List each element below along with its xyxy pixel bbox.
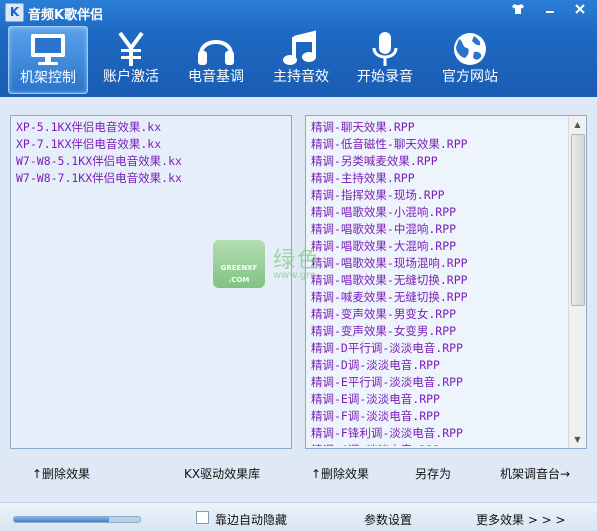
top-bar: K 音频K歌伴侣 机架控制 账户激活 电音基调 主持音效 开始录音 官方网站 — [0, 0, 597, 97]
skin-icon[interactable] — [509, 3, 527, 19]
scroll-up-icon[interactable]: ▲ — [569, 116, 586, 133]
yen-icon — [118, 31, 144, 66]
tab-start-recording[interactable]: 开始录音 — [346, 26, 424, 92]
settings-button[interactable]: 参数设置 — [364, 511, 412, 528]
rack-console-button[interactable]: 机架调音台→ — [500, 465, 570, 482]
globe-icon — [454, 33, 486, 65]
minimize-icon[interactable] — [541, 3, 559, 19]
tab-label: 机架控制 — [20, 70, 76, 86]
list-item[interactable]: 精调-主持效果.RPP — [311, 170, 559, 187]
watermark: GREENXF .COM 绿色 www.gre — [213, 240, 383, 290]
main-toolbar: 机架控制 账户激活 电音基调 主持音效 开始录音 官方网站 — [0, 24, 597, 97]
delete-rpp-effect-button[interactable]: ↑删除效果 — [311, 465, 369, 482]
title-bar: K 音频K歌伴侣 — [0, 0, 597, 24]
auto-hide-checkbox[interactable] — [196, 511, 209, 524]
music-note-icon — [283, 30, 316, 65]
monitor-icon — [31, 34, 65, 65]
app-title: 音频K歌伴侣 — [28, 8, 104, 23]
list-item[interactable]: 精调-F调-淡淡电音.RPP — [311, 408, 559, 425]
list-item[interactable]: 精调-另类喊麦效果.RPP — [311, 153, 559, 170]
tab-account-activation[interactable]: 账户激活 — [92, 26, 170, 92]
list-item[interactable]: W7-W8-5.1KX伴侣电音效果.kx — [16, 153, 286, 170]
volume-fill — [14, 517, 109, 522]
tab-host-effects[interactable]: 主持音效 — [262, 26, 340, 92]
list-item[interactable]: 精调-唱歌效果-小混响.RPP — [311, 204, 559, 221]
close-icon[interactable] — [571, 3, 589, 19]
list-item[interactable]: XP-7.1KX伴侣电音效果.kx — [16, 136, 286, 153]
list-item[interactable]: 精调-低音磁性-聊天效果.RPP — [311, 136, 559, 153]
tab-label: 主持音效 — [273, 69, 329, 85]
watermark-logo: GREENXF .COM — [213, 240, 265, 288]
app-icon: K — [5, 3, 24, 22]
list-item[interactable]: 精调-D调-淡淡电音.RPP — [311, 357, 559, 374]
headphones-icon — [198, 40, 234, 65]
kx-driver-library-button[interactable]: KX驱动效果库 — [184, 465, 260, 482]
list-item[interactable]: XP-5.1KX伴侣电音效果.kx — [16, 119, 286, 136]
microphone-icon — [372, 32, 398, 66]
scrollbar-thumb[interactable] — [571, 134, 585, 306]
more-effects-button[interactable]: 更多效果 > > > — [476, 511, 566, 528]
volume-slider[interactable] — [13, 516, 141, 523]
watermark-url: www.gre — [273, 270, 317, 281]
scroll-down-icon[interactable]: ▼ — [569, 431, 586, 448]
vertical-scrollbar[interactable]: ▲ ▼ — [568, 116, 586, 448]
tab-electronic-tone[interactable]: 电音基调 — [177, 26, 255, 92]
kx-effect-items: XP-5.1KX伴侣电音效果.kx XP-7.1KX伴侣电音效果.kx W7-W8-… — [11, 116, 291, 190]
list-item[interactable]: 精调-F锋利调-淡淡电音.RPP — [311, 425, 559, 442]
list-item[interactable]: 精调-聊天效果.RPP — [311, 119, 559, 136]
save-as-button[interactable]: 另存为 — [415, 465, 451, 482]
tab-label: 账户激活 — [103, 69, 159, 85]
list-item[interactable]: 精调-变声效果-女变男.RPP — [311, 323, 559, 340]
auto-hide-label: 靠边自动隐藏 — [215, 513, 288, 527]
list-item[interactable]: W7-W8-7.1KX伴侣电音效果.kx — [16, 170, 286, 187]
list-item[interactable]: 精调-喊麦效果-无缝切换.RPP — [311, 289, 559, 306]
delete-kx-effect-button[interactable]: ↑删除效果 — [32, 465, 90, 482]
list-item[interactable]: 精调-E平行调-淡淡电音.RPP — [311, 374, 559, 391]
list-item[interactable]: 精调-指挥效果-现场.RPP — [311, 187, 559, 204]
tab-label: 官方网站 — [442, 69, 498, 85]
list-item[interactable]: 精调-D平行调-淡淡电音.RPP — [311, 340, 559, 357]
list-item[interactable]: 精调-唱歌效果-中混响.RPP — [311, 221, 559, 238]
tab-label: 开始录音 — [357, 69, 413, 85]
tab-official-website[interactable]: 官方网站 — [431, 26, 509, 92]
list-item[interactable]: 精调-变声效果-男变女.RPP — [311, 306, 559, 323]
tab-label: 电音基调 — [188, 69, 244, 85]
bottom-bar: 靠边自动隐藏 参数设置 更多效果 > > > — [0, 502, 597, 531]
list-item[interactable]: 精调-E调-淡淡电音.RPP — [311, 391, 559, 408]
tab-rack-control[interactable]: 机架控制 — [8, 26, 88, 94]
list-item[interactable]: 精调-G调-淡淡电音.RPP — [311, 442, 559, 446]
